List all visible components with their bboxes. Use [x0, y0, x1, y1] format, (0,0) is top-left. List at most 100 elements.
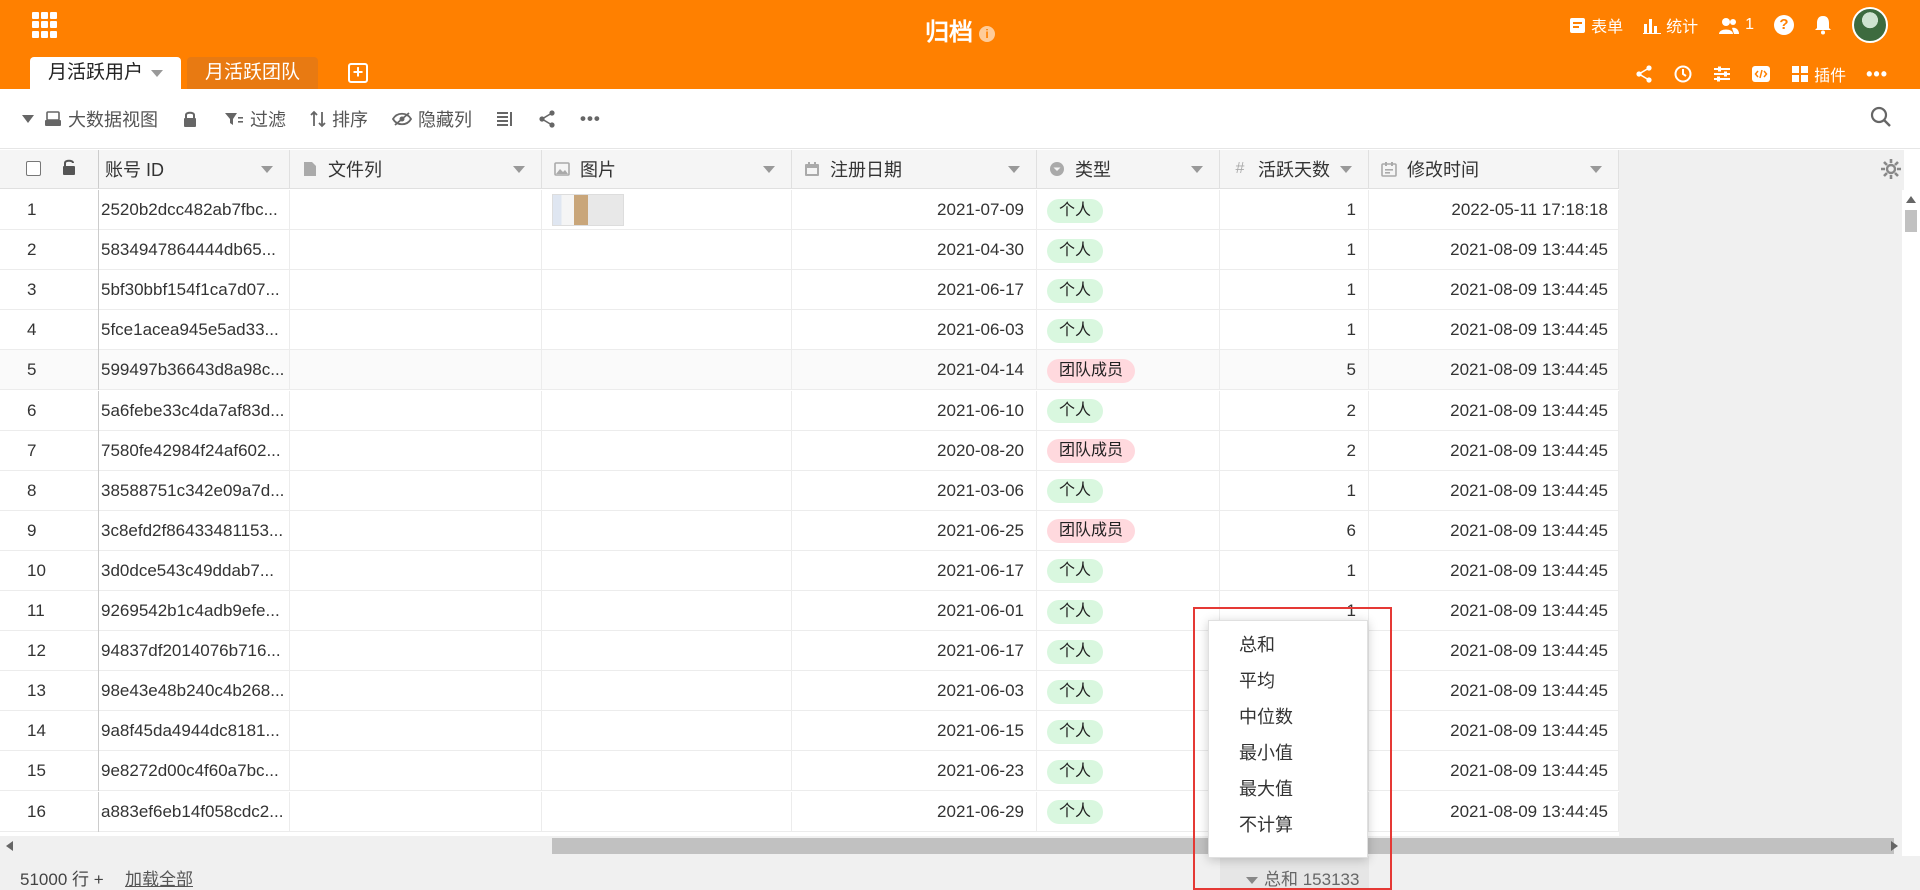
unlock-icon[interactable]	[62, 158, 76, 176]
column-header-type[interactable]: 类型	[1037, 150, 1220, 189]
column-header-register-date[interactable]: 注册日期	[792, 150, 1037, 189]
cell-image[interactable]	[542, 470, 792, 511]
cell-modified-time[interactable]: 2021-08-09 13:44:45	[1369, 230, 1619, 271]
column-header-image[interactable]: 图片	[542, 150, 792, 189]
chevron-down-icon[interactable]	[261, 166, 273, 173]
form-button[interactable]: 表单	[1569, 13, 1623, 37]
table-row[interactable]: 6 5a6febe33c4da7af83d... 2021-06-10 个人 2 2021…	[0, 390, 1619, 431]
cell-image[interactable]	[542, 671, 792, 712]
column-header-active-days[interactable]: # 活跃天数	[1220, 150, 1369, 189]
cell-file[interactable]	[290, 190, 542, 230]
cell-file[interactable]	[290, 751, 542, 792]
cell-register-date[interactable]: 2020-08-20	[792, 430, 1037, 471]
add-table-icon[interactable]: +	[348, 63, 369, 83]
row-number[interactable]: 13	[0, 671, 99, 712]
cell-account-id[interactable]: 5bf30bbf154f1ca7d07...	[99, 270, 290, 311]
row-number[interactable]: 8	[0, 470, 99, 511]
lock-icon[interactable]	[182, 110, 198, 128]
sort-button[interactable]: 排序	[310, 106, 368, 132]
user-avatar[interactable]	[1852, 7, 1888, 43]
cell-file[interactable]	[290, 510, 542, 551]
cell-type[interactable]: 团队成员	[1037, 510, 1220, 551]
cell-active-days[interactable]: 1	[1220, 270, 1369, 311]
chevron-down-icon[interactable]	[1590, 166, 1602, 173]
table-row[interactable]: 13 98e43e48b240c4b268... 2021-06-03 个人 2021-…	[0, 671, 1619, 712]
chevron-down-icon[interactable]	[1340, 166, 1352, 173]
table-row[interactable]: 5 599497b36643d8a98c... 2021-04-14 团队成员 5 202…	[0, 350, 1619, 391]
gear-icon[interactable]	[1880, 158, 1902, 180]
code-icon[interactable]	[1751, 65, 1771, 83]
plugin-button[interactable]: 插件	[1791, 62, 1846, 86]
row-number[interactable]: 16	[0, 791, 99, 832]
cell-image[interactable]	[542, 510, 792, 551]
cell-image[interactable]	[542, 631, 792, 672]
aggregate-option-median[interactable]: 中位数	[1209, 703, 1367, 739]
cell-account-id[interactable]: 2520b2dcc482ab7fbc...	[99, 190, 290, 230]
cell-type[interactable]: 个人	[1037, 751, 1220, 792]
cell-register-date[interactable]: 2021-06-01	[792, 591, 1037, 631]
cell-register-date[interactable]: 2021-06-03	[792, 310, 1037, 351]
chevron-down-icon[interactable]	[763, 166, 775, 173]
cell-modified-time[interactable]: 2021-08-09 13:44:45	[1369, 430, 1619, 471]
cell-type[interactable]: 个人	[1037, 791, 1220, 832]
cell-account-id[interactable]: 599497b36643d8a98c...	[99, 350, 290, 391]
table-row[interactable]: 11 9269542b1c4adb9efe... 2021-06-01 个人 1 2021…	[0, 591, 1619, 631]
cell-account-id[interactable]: 94837df2014076b716...	[99, 631, 290, 672]
row-number[interactable]: 6	[0, 390, 99, 431]
table-row[interactable]: 8 38588751c342e09a7d... 2021-03-06 个人 1 2021-…	[0, 470, 1619, 511]
cell-image[interactable]	[542, 350, 792, 391]
cell-type[interactable]: 团队成员	[1037, 350, 1220, 391]
aggregate-option-average[interactable]: 平均	[1209, 667, 1367, 703]
row-number[interactable]: 9	[0, 510, 99, 551]
cell-register-date[interactable]: 2021-06-10	[792, 390, 1037, 431]
select-all-checkbox[interactable]	[26, 161, 41, 176]
cell-account-id[interactable]: 98e43e48b240c4b268...	[99, 671, 290, 712]
cell-active-days[interactable]: 2	[1220, 390, 1369, 431]
row-number[interactable]: 14	[0, 711, 99, 752]
table-row[interactable]: 14 9a8f45da4944dc8181... 2021-06-15 个人 2021-…	[0, 711, 1619, 752]
cell-type[interactable]: 个人	[1037, 230, 1220, 271]
cell-register-date[interactable]: 2021-06-03	[792, 671, 1037, 712]
table-row[interactable]: 16 a883ef6eb14f058cdc2... 2021-06-29 个人 2021…	[0, 791, 1619, 832]
cell-type[interactable]: 个人	[1037, 470, 1220, 511]
cell-image[interactable]	[542, 430, 792, 471]
cell-active-days[interactable]: 1	[1220, 230, 1369, 271]
table-row[interactable]: 3 5bf30bbf154f1ca7d07... 2021-06-17 个人 1 2021…	[0, 270, 1619, 311]
aggregate-option-min[interactable]: 最小值	[1209, 739, 1367, 775]
row-number[interactable]: 11	[0, 591, 99, 631]
cell-file[interactable]	[290, 390, 542, 431]
help-icon[interactable]: ?	[1774, 15, 1794, 35]
aggregate-selector[interactable]: 总和 153133	[1220, 856, 1369, 890]
chevron-down-icon[interactable]	[1191, 166, 1203, 173]
statistics-button[interactable]: 统计	[1643, 13, 1698, 37]
cell-account-id[interactable]: a883ef6eb14f058cdc2...	[99, 791, 290, 832]
cell-active-days[interactable]: 1	[1220, 470, 1369, 511]
cell-modified-time[interactable]: 2021-08-09 13:44:45	[1369, 470, 1619, 511]
cell-account-id[interactable]: 9a8f45da4944dc8181...	[99, 711, 290, 752]
cell-modified-time[interactable]: 2021-08-09 13:44:45	[1369, 390, 1619, 431]
tab-monthly-active-users[interactable]: 月活跃用户	[30, 57, 182, 89]
vertical-scrollbar[interactable]	[1902, 190, 1920, 836]
row-number[interactable]: 12	[0, 631, 99, 672]
view-selector[interactable]: 大数据视图	[44, 106, 158, 132]
cell-type[interactable]: 个人	[1037, 270, 1220, 311]
cell-image[interactable]	[542, 390, 792, 431]
cell-file[interactable]	[290, 791, 542, 832]
horizontal-scrollbar[interactable]	[0, 836, 1902, 856]
cell-file[interactable]	[290, 350, 542, 391]
row-height-icon[interactable]	[496, 110, 514, 128]
chevron-down-icon[interactable]	[1008, 166, 1020, 173]
cell-account-id[interactable]: 5a6febe33c4da7af83d...	[99, 390, 290, 431]
cell-file[interactable]	[290, 230, 542, 271]
search-icon[interactable]	[1870, 106, 1892, 128]
cell-register-date[interactable]: 2021-04-30	[792, 230, 1037, 271]
cell-file[interactable]	[290, 591, 542, 631]
cell-type[interactable]: 个人	[1037, 591, 1220, 631]
row-number[interactable]: 15	[0, 751, 99, 792]
cell-account-id[interactable]: 5834947864444db65...	[99, 230, 290, 271]
cell-type[interactable]: 个人	[1037, 390, 1220, 431]
cell-image[interactable]	[542, 270, 792, 311]
cell-modified-time[interactable]: 2021-08-09 13:44:45	[1369, 510, 1619, 551]
cell-register-date[interactable]: 2021-03-06	[792, 470, 1037, 511]
column-header-file[interactable]: 文件列	[290, 150, 542, 189]
